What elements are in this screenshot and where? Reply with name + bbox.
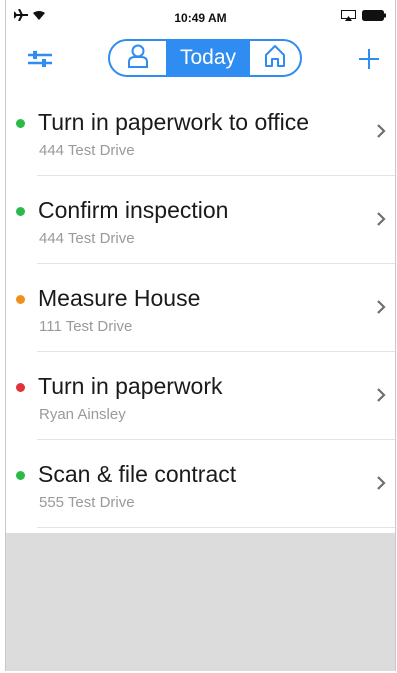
view-segmented-control: Today [108, 39, 302, 77]
empty-list-area [6, 533, 395, 671]
task-title: Turn in paperwork [38, 373, 223, 399]
task-subtitle: 444 Test Drive [39, 142, 135, 159]
task-subtitle: 444 Test Drive [39, 230, 135, 247]
task-title: Scan & file contract [38, 461, 237, 487]
filter-button[interactable] [25, 46, 55, 76]
task-row[interactable]: Confirm inspection 444 Test Drive [6, 176, 395, 264]
segment-home[interactable] [250, 41, 300, 75]
chevron-right-icon [375, 299, 387, 315]
task-row[interactable]: Turn in paperwork Ryan Ainsley [6, 352, 395, 440]
plus-icon [358, 48, 380, 75]
status-dot-green [16, 119, 25, 128]
status-dot-red [16, 383, 25, 392]
status-dot-green [16, 207, 25, 216]
status-dot-orange [16, 295, 25, 304]
status-right [341, 9, 386, 24]
home-icon [264, 44, 286, 73]
task-row[interactable]: Measure House 111 Test Drive [6, 264, 395, 352]
task-subtitle: 111 Test Drive [39, 318, 133, 335]
status-time: 10:49 AM [174, 11, 227, 25]
task-title: Turn in paperwork to office [38, 109, 310, 135]
task-title: Confirm inspection [38, 197, 229, 223]
status-dot-green [16, 471, 25, 480]
chevron-right-icon [375, 211, 387, 227]
phone-screen: 10:49 AM Today Turn in paperwork to offi… [5, 0, 396, 671]
nav-bar: Today [6, 34, 395, 86]
task-title: Measure House [38, 285, 201, 311]
task-row[interactable]: Scan & file contract 555 Test Drive [6, 440, 395, 528]
segment-today-label: Today [179, 46, 237, 69]
chevron-right-icon [375, 387, 387, 403]
segment-person[interactable] [110, 41, 166, 75]
person-icon [127, 44, 149, 73]
segment-today[interactable]: Today [166, 41, 250, 75]
status-bar: 10:49 AM [6, 0, 395, 34]
battery-icon [362, 9, 386, 24]
task-subtitle: 555 Test Drive [39, 494, 135, 511]
task-row[interactable]: Turn in paperwork to office 444 Test Dri… [6, 88, 395, 176]
screen-mirror-icon [341, 9, 356, 24]
task-subtitle: Ryan Ainsley [39, 406, 126, 423]
chevron-right-icon [375, 123, 387, 139]
add-button[interactable] [354, 46, 384, 76]
filter-sliders-icon [27, 49, 53, 74]
chevron-right-icon [375, 475, 387, 491]
task-list: Turn in paperwork to office 444 Test Dri… [6, 88, 395, 528]
